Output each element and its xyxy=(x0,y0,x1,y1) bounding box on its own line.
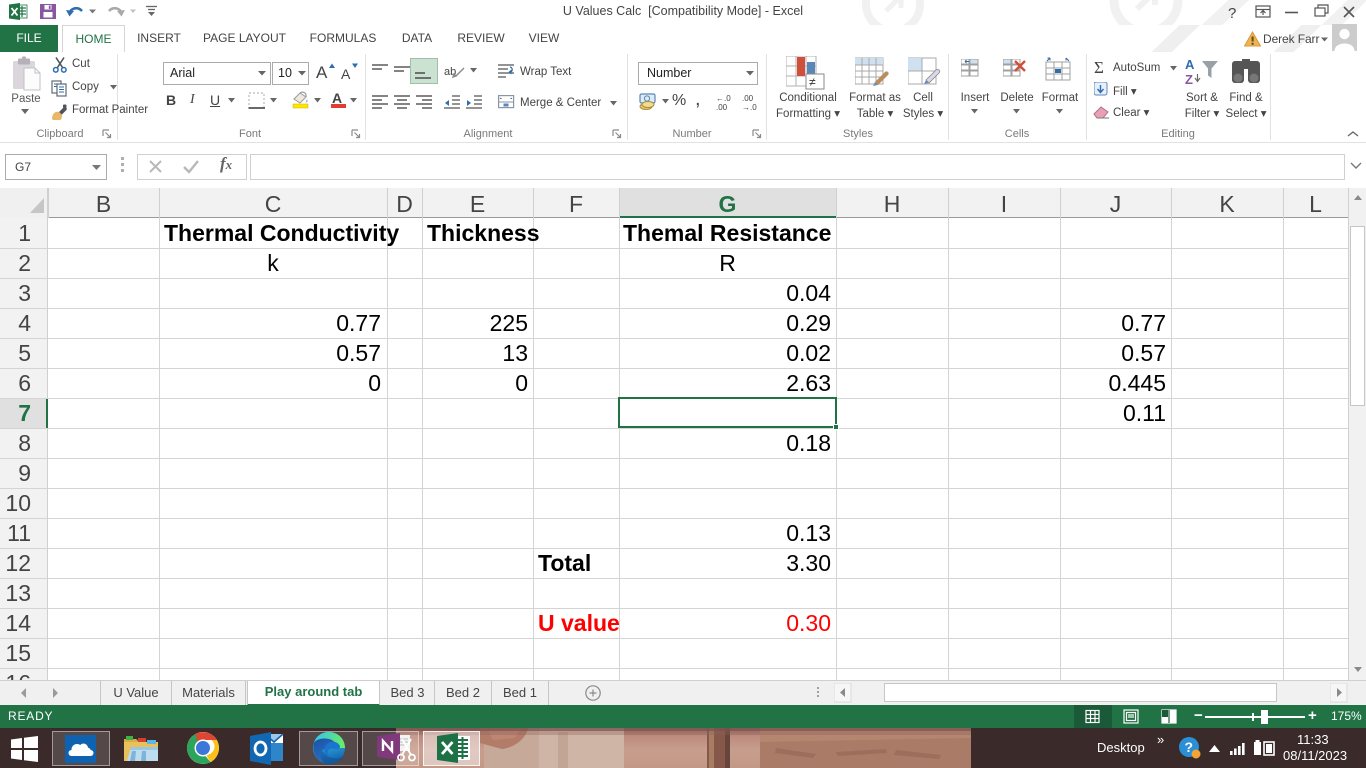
svg-text:≠: ≠ xyxy=(809,75,816,89)
svg-text:.00: .00 xyxy=(716,103,728,111)
svg-text:A: A xyxy=(1185,57,1195,72)
svg-text:→.0: →.0 xyxy=(742,103,757,111)
svg-text:←.0: ←.0 xyxy=(716,94,731,103)
svg-text:.00: .00 xyxy=(742,94,754,103)
svg-text:?: ? xyxy=(1228,5,1236,22)
svg-text:Z: Z xyxy=(1185,72,1193,87)
